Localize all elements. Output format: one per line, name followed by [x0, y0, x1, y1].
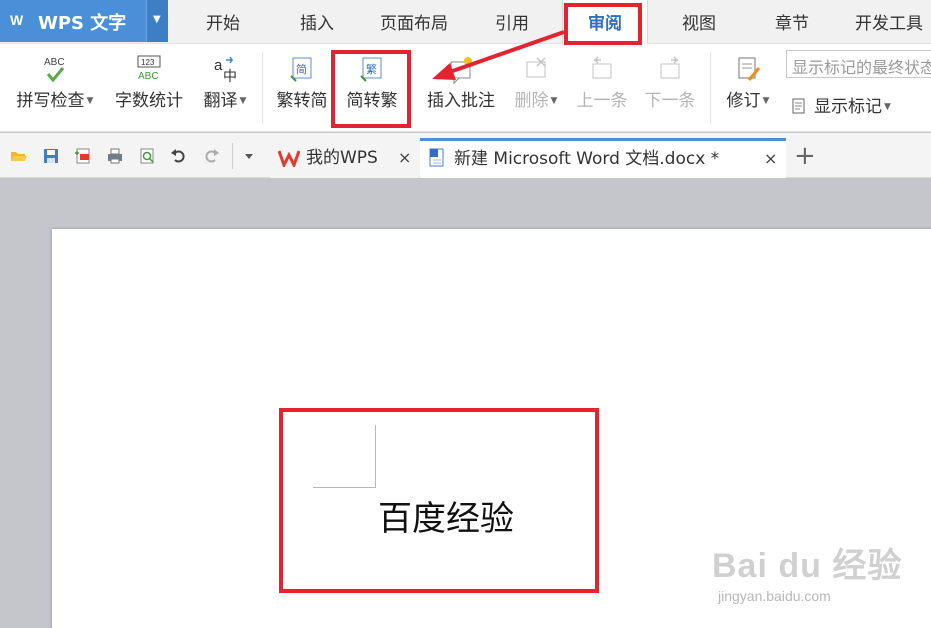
- ribbon-divider: [262, 52, 263, 124]
- trad-to-simp-icon: 简: [290, 57, 312, 82]
- annotation-arrow-icon: [432, 30, 565, 80]
- track-changes-button[interactable]: 修订 ▼: [718, 54, 778, 111]
- show-markup-label: 显示标记: [814, 97, 882, 117]
- tab-home[interactable]: 开始: [180, 0, 266, 44]
- tab-chapter[interactable]: 章节: [750, 0, 834, 44]
- caret-down-icon: ▼: [86, 96, 94, 106]
- tab-document-label: 新建 Microsoft Word 文档.docx *: [454, 149, 720, 169]
- tab-insert[interactable]: 插入: [274, 0, 360, 44]
- export-pdf-icon[interactable]: [74, 147, 92, 165]
- word-count-button[interactable]: 123 ABC 字数统计: [110, 54, 188, 111]
- customize-toolbar-icon[interactable]: [242, 149, 256, 163]
- next-comment-icon: [660, 56, 680, 79]
- track-changes-label: 修订: [726, 91, 761, 111]
- watermark-url: jingyan.baidu.com: [718, 588, 831, 604]
- delete-label: 删除: [514, 91, 549, 111]
- tab-my-wps-label: 我的WPS: [306, 148, 378, 168]
- app-menu-dropdown[interactable]: ▼: [146, 0, 168, 42]
- highlight-document-text: [279, 408, 599, 593]
- tab-developer[interactable]: 开发工具: [842, 0, 931, 44]
- translate-icon-zh: 中: [223, 69, 237, 85]
- translate-icon-a: a: [214, 57, 223, 74]
- tab-my-wps[interactable]: 我的WPS ×: [270, 138, 418, 178]
- word-count-icon-text: ABC: [138, 71, 159, 82]
- previous-label: 上一条: [576, 91, 628, 111]
- baidu-watermark: Bai du 经验 jingyan.baidu.com: [712, 538, 927, 624]
- print-icon[interactable]: [106, 147, 124, 165]
- trad-to-simp-label: 繁转简: [276, 91, 328, 111]
- spell-check-button[interactable]: ABC 拼写检查 ▼: [10, 54, 100, 111]
- new-tab-button[interactable]: +: [794, 142, 816, 170]
- tab-document[interactable]: 新建 Microsoft Word 文档.docx * ×: [420, 138, 786, 178]
- redo-icon[interactable]: [202, 147, 220, 165]
- trad-to-simp-icon-text: 简: [296, 62, 307, 76]
- caret-down-icon: ▼: [884, 102, 891, 112]
- previous-comment-icon: [592, 56, 612, 79]
- highlight-review-tab: [564, 3, 642, 45]
- caret-down-icon: ▼: [762, 96, 770, 106]
- app-menu-button[interactable]: W WPS 文字 ▼: [0, 0, 168, 42]
- toolbar-divider: [232, 143, 233, 169]
- next-label: 下一条: [644, 91, 696, 111]
- spell-check-icon-text: ABC: [44, 57, 65, 68]
- word-count-label: 字数统计: [115, 91, 183, 111]
- tab-view[interactable]: 视图: [656, 0, 742, 44]
- spell-check-label: 拼写检查: [16, 91, 85, 111]
- word-count-icon-num: 123: [141, 58, 155, 67]
- undo-icon[interactable]: [170, 147, 188, 165]
- caret-down-icon: ▼: [153, 14, 161, 25]
- watermark-brand: Bai du 经验: [712, 547, 903, 585]
- translate-button[interactable]: a 中 翻译 ▼: [196, 54, 254, 111]
- highlight-simp-to-trad: [331, 50, 411, 128]
- word-document-icon: [429, 148, 444, 167]
- caret-down-icon: ▼: [239, 96, 247, 106]
- translate-icon: a 中: [214, 56, 237, 85]
- document-icon: [792, 98, 805, 114]
- track-changes-icon: [738, 57, 761, 81]
- wps-logo-icon: W: [10, 12, 24, 28]
- markup-mode-select[interactable]: 显示标记的最终状态: [786, 50, 931, 78]
- wps-logo-icon: [278, 150, 300, 167]
- caret-down-icon: ▼: [550, 96, 558, 106]
- print-preview-icon[interactable]: [138, 147, 156, 165]
- save-icon[interactable]: [42, 147, 60, 165]
- insert-comment-label: 插入批注: [427, 91, 495, 111]
- quick-access-bar: 我的WPS × 新建 Microsoft Word 文档.docx * × +: [0, 133, 931, 178]
- next-comment-button[interactable]: 下一条: [640, 54, 700, 111]
- ribbon-divider: [710, 52, 711, 124]
- app-title: WPS 文字: [38, 13, 127, 34]
- close-icon[interactable]: ×: [398, 138, 411, 178]
- show-markup-button[interactable]: 显示标记 ▼: [792, 92, 912, 117]
- translate-label: 翻译: [203, 91, 238, 111]
- trad-to-simp-button[interactable]: 简 繁转简: [272, 54, 332, 111]
- open-folder-icon[interactable]: [10, 147, 28, 165]
- close-icon[interactable]: ×: [764, 141, 777, 177]
- word-count-icon: 123 ABC: [137, 55, 161, 82]
- spell-check-icon: ABC: [44, 57, 65, 83]
- previous-comment-button[interactable]: 上一条: [572, 54, 632, 111]
